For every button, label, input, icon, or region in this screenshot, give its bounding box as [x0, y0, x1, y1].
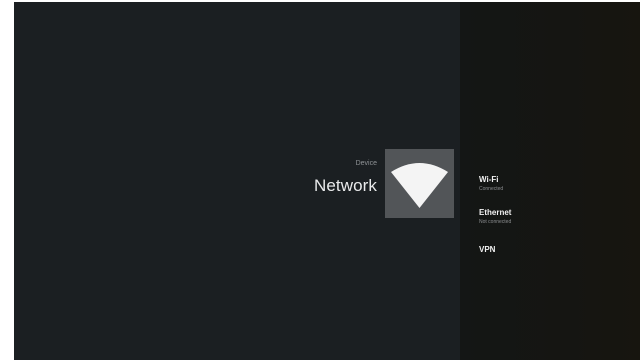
menu-item-wifi[interactable]: Wi-Fi Connected	[479, 175, 619, 192]
menu-item-label: Ethernet	[479, 208, 512, 217]
menu-item-status: Connected	[479, 186, 504, 192]
page-title: Network	[313, 176, 377, 195]
menu-item-vpn[interactable]: VPN	[479, 245, 619, 254]
tv-settings-screen: Device Network Wi-Fi Connected Ethernet …	[14, 2, 640, 360]
menu-item-ethernet[interactable]: Ethernet Not connected	[479, 208, 619, 225]
menu-item-status: Not connected	[479, 219, 512, 225]
menu-item-label: Wi-Fi	[479, 175, 499, 184]
wifi-icon	[391, 163, 448, 208]
breadcrumb: Device	[355, 160, 377, 167]
network-icon-tile	[385, 149, 454, 218]
menu-item-label: VPN	[479, 245, 496, 254]
